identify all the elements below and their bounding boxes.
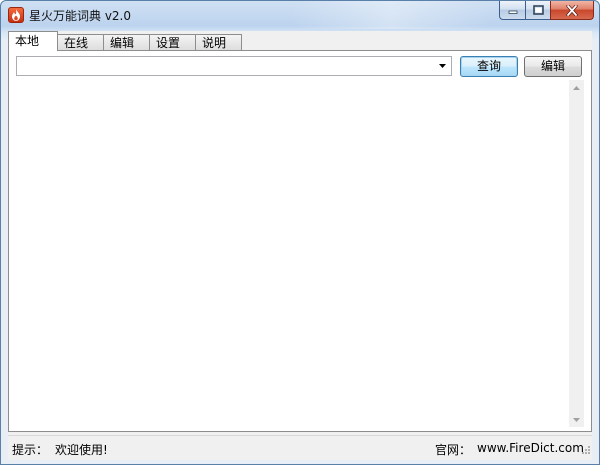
search-combobox[interactable] <box>16 56 452 76</box>
website-link[interactable]: www.FireDict.com <box>477 441 584 455</box>
close-icon <box>551 1 593 19</box>
result-text-area[interactable] <box>16 80 584 427</box>
minimize-icon <box>500 1 525 19</box>
maximize-button[interactable] <box>525 1 550 20</box>
close-button[interactable] <box>550 1 594 20</box>
minimize-button[interactable] <box>499 1 525 20</box>
vertical-scrollbar[interactable] <box>569 80 584 427</box>
edit-button[interactable]: 编辑 <box>524 56 582 77</box>
caption-buttons <box>499 1 594 20</box>
flame-icon[interactable] <box>8 7 24 23</box>
tab-panel-local: 查询 编辑 <box>8 50 592 432</box>
tab-edit[interactable]: 编辑 <box>103 34 150 51</box>
scroll-down-arrow-icon[interactable] <box>569 412 584 427</box>
tab-local[interactable]: 本地 <box>8 31 58 51</box>
status-hint-text: 欢迎使用! <box>55 443 108 457</box>
tab-settings[interactable]: 设置 <box>149 34 196 51</box>
app-window: 星火万能词典 v2.0 本地 在线 编辑 设置 说明 查询 编辑 提示： 欢迎使… <box>0 0 600 465</box>
resize-grip-icon[interactable] <box>579 445 591 457</box>
query-button[interactable]: 查询 <box>460 56 518 77</box>
status-bar: 提示： 欢迎使用! 官网： www.FireDict.com <box>8 435 592 458</box>
tab-bar: 本地 在线 编辑 设置 说明 <box>8 31 242 51</box>
tab-help[interactable]: 说明 <box>195 34 242 51</box>
tab-online[interactable]: 在线 <box>57 34 104 51</box>
window-title: 星火万能词典 v2.0 <box>29 9 132 23</box>
maximize-icon <box>526 1 550 19</box>
title-bar-glare <box>291 1 491 29</box>
status-site-label: 官网： <box>435 443 472 457</box>
title-bar[interactable]: 星火万能词典 v2.0 <box>1 1 599 31</box>
chevron-down-icon[interactable] <box>435 59 449 73</box>
scroll-up-arrow-icon[interactable] <box>569 80 584 95</box>
status-hint-label: 提示： <box>12 443 49 457</box>
client-area: 本地 在线 编辑 设置 说明 查询 编辑 提示： 欢迎使用! 官网： www.F… <box>8 31 592 460</box>
